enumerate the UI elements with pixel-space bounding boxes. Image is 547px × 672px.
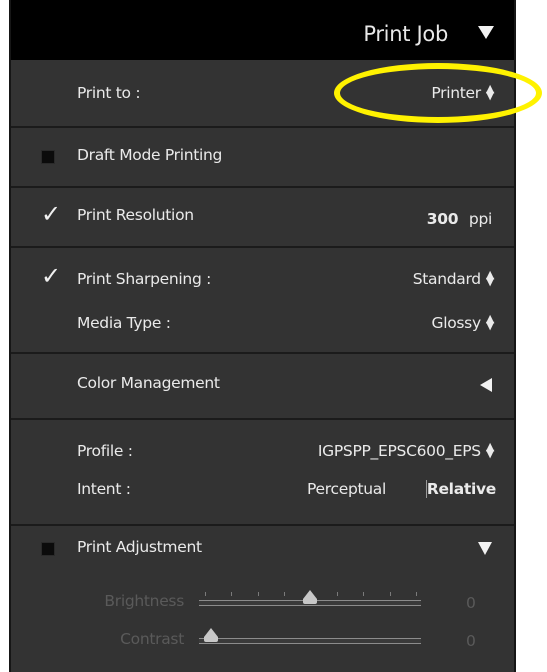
intent-option-perceptual[interactable]: Perceptual: [307, 480, 386, 498]
contrast-label: Contrast: [120, 630, 184, 648]
color-management-body: Profile : IGPSPP_EPSC600_EPS ▲ ▼ Intent : …: [11, 418, 514, 524]
print-sharpening-section: ✓ Print Sharpening : Standard ▲ ▼ Media Ty…: [11, 246, 514, 352]
brightness-label: Brightness: [104, 592, 184, 610]
updown-arrows-icon: ▲ ▼: [485, 311, 494, 332]
profile-select[interactable]: IGPSPP_EPSC600_EPS ▲ ▼: [317, 439, 494, 461]
profile-label: Profile :: [77, 442, 133, 460]
expand-left-arrow-icon[interactable]: [480, 378, 492, 392]
contrast-thumb-base: [204, 637, 218, 642]
profile-value: IGPSPP_EPSC600_EPS: [317, 442, 481, 460]
color-management-label: Color Management: [77, 374, 220, 392]
print-resolution-checkmark-icon[interactable]: ✓: [41, 202, 61, 226]
print-to-section: Print to : Printer ▲ ▼: [11, 60, 514, 126]
contrast-thumb[interactable]: [204, 628, 218, 637]
print-to-label: Print to :: [77, 84, 141, 102]
brightness-thumb[interactable]: [303, 590, 317, 599]
print-resolution-value: 300: [426, 210, 459, 228]
expand-down-arrow-icon[interactable]: [478, 542, 492, 555]
intent-label: Intent :: [77, 480, 131, 498]
print-sharpening-value: Standard: [412, 270, 481, 288]
intent-option-relative[interactable]: Relative: [427, 480, 496, 498]
media-type-select[interactable]: Glossy ▲ ▼: [431, 311, 495, 333]
print-sharpening-label: Print Sharpening :: [77, 270, 212, 288]
panel-title: Print Job: [363, 22, 448, 46]
print-to-value: Printer: [431, 84, 481, 102]
print-resolution-section: ✓ Print Resolution 300 ppi: [11, 186, 514, 246]
panel-header[interactable]: Print Job: [11, 0, 514, 60]
print-to-select[interactable]: Printer ▲ ▼: [431, 81, 494, 103]
print-sharpening-checkmark-icon[interactable]: ✓: [41, 264, 61, 288]
brightness-value: 0: [466, 594, 476, 612]
print-adjustment-checkbox[interactable]: [41, 542, 55, 556]
draft-mode-label: Draft Mode Printing: [77, 146, 223, 164]
color-management-header[interactable]: Color Management: [11, 352, 514, 418]
contrast-track[interactable]: [199, 638, 421, 644]
updown-arrows-icon: ▲ ▼: [485, 81, 494, 102]
draft-mode-section: Draft Mode Printing: [11, 126, 514, 186]
updown-arrows-icon: ▲ ▼: [485, 439, 494, 460]
brightness-thumb-base: [303, 599, 317, 604]
print-resolution-field[interactable]: 300 ppi: [426, 210, 493, 228]
media-type-value: Glossy: [431, 314, 482, 332]
print-job-panel: Print Job Print to : Printer ▲ ▼ Draft Mod…: [9, 0, 516, 672]
contrast-value: 0: [466, 632, 476, 650]
collapse-arrow-icon[interactable]: [478, 26, 494, 39]
media-type-label: Media Type :: [77, 314, 171, 332]
print-sharpening-select[interactable]: Standard ▲ ▼: [412, 267, 495, 289]
print-adjustment-section: Print Adjustment Brightness 0 Contrast 0: [11, 524, 514, 672]
print-adjustment-label: Print Adjustment: [77, 538, 202, 556]
draft-mode-checkbox[interactable]: [41, 150, 55, 164]
print-resolution-label: Print Resolution: [77, 206, 194, 224]
updown-arrows-icon: ▲ ▼: [485, 267, 494, 288]
print-resolution-unit: ppi: [468, 210, 492, 228]
